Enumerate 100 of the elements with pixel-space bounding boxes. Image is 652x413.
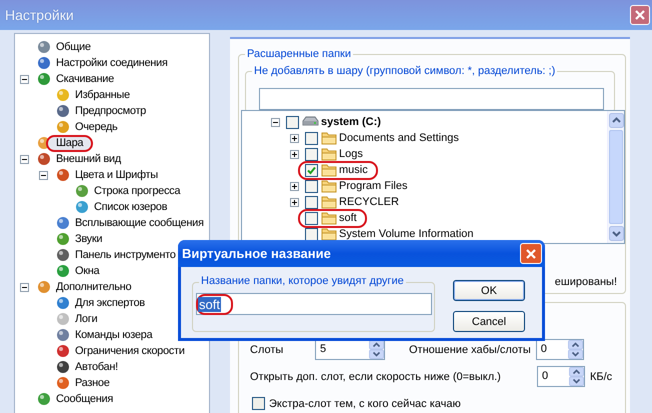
tree-item[interactable]: Панель инструменто	[73, 248, 178, 262]
expand-icon[interactable]	[290, 150, 298, 158]
close-button[interactable]	[630, 5, 650, 25]
checkbox-label: Экстра-слот тем, с кого сейчас качаю	[269, 398, 461, 410]
scroll-up-icon[interactable]	[608, 113, 624, 128]
node-icon	[55, 327, 71, 343]
checkbox[interactable]	[305, 132, 318, 144]
tree-item[interactable]: soft	[339, 210, 357, 226]
window-title: Настройки	[5, 7, 75, 23]
tree-item[interactable]: Окна	[73, 264, 102, 278]
tree-item[interactable]: Цвета и Шрифты	[73, 168, 160, 182]
node-icon	[55, 359, 71, 375]
tree-item[interactable]: Шара	[46, 134, 94, 152]
folder-icon	[321, 147, 337, 161]
note-text: ешированы!	[554, 276, 617, 288]
node-icon	[55, 263, 71, 279]
folder-icon	[321, 179, 337, 193]
node-icon	[55, 231, 71, 247]
node-icon	[55, 343, 71, 359]
node-icon	[36, 279, 52, 295]
collapse-icon[interactable]	[20, 74, 28, 84]
tree-item[interactable]: Строка прогресса	[92, 184, 182, 198]
field-value: soft	[198, 296, 221, 312]
expand-icon[interactable]	[290, 134, 298, 142]
tree-item[interactable]: Очередь	[73, 120, 120, 134]
node-icon	[36, 39, 52, 55]
field-label: Открыть доп. слот, если скорость ниже (0=выкл.)	[250, 370, 502, 382]
number-spinner[interactable]: 0	[537, 366, 585, 387]
tree-item[interactable]: Общие	[54, 40, 93, 54]
checkbox[interactable]	[305, 148, 318, 160]
scrollbar[interactable]	[607, 111, 624, 243]
tree-item[interactable]: Команды юзера	[73, 328, 154, 342]
check-icon	[307, 166, 316, 174]
expand-icon[interactable]	[290, 198, 298, 206]
collapse-icon[interactable]	[270, 118, 280, 126]
node-icon	[55, 215, 71, 231]
checkbox[interactable]	[305, 228, 318, 240]
node-icon	[55, 103, 71, 119]
folder-icon	[321, 131, 337, 145]
collapse-icon[interactable]	[20, 282, 28, 292]
tree-item[interactable]: Звуки	[73, 232, 104, 246]
tree-item[interactable]: Скачивание	[54, 72, 116, 86]
tree-item[interactable]: Program Files	[339, 178, 408, 194]
node-icon	[55, 311, 71, 327]
checkbox[interactable]	[252, 397, 265, 410]
checkbox[interactable]	[305, 180, 318, 192]
tree-item[interactable]: Ограничения скорости	[73, 344, 187, 358]
dialog-title: Виртуальное название	[182, 246, 332, 261]
tree-item[interactable]: Logs	[339, 146, 363, 162]
spin-arrows-icon[interactable]	[568, 340, 583, 359]
tree-item[interactable]: Избранные	[73, 88, 132, 102]
field-label: Отношение хабы/слоты	[409, 344, 531, 356]
tree-item[interactable]: Всплывающие сообщения	[73, 216, 206, 230]
tree-item[interactable]: Логи	[73, 312, 100, 326]
node-icon	[55, 295, 71, 311]
dialog-button[interactable]: Cancel	[453, 311, 525, 332]
close-icon	[525, 248, 537, 260]
node-icon	[36, 151, 52, 167]
exclude-field[interactable]	[259, 88, 604, 110]
node-icon	[55, 247, 71, 263]
close-button[interactable]	[520, 243, 542, 264]
spin-arrows-icon[interactable]	[369, 340, 384, 359]
node-icon	[55, 87, 71, 103]
tree-item[interactable]: Настройки соединения	[54, 56, 170, 70]
scroll-down-icon[interactable]	[608, 226, 624, 241]
tree-item[interactable]: RECYCLER	[339, 194, 399, 210]
tree-item[interactable]: Разное	[73, 376, 112, 390]
close-icon	[634, 9, 646, 21]
node-icon	[55, 119, 71, 135]
tree-item[interactable]: system (C:)	[321, 114, 381, 130]
spin-arrows-icon[interactable]	[569, 367, 584, 386]
checkbox[interactable]	[305, 212, 318, 224]
tree-item[interactable]: Для экспертов	[73, 296, 147, 310]
node-icon	[36, 55, 52, 71]
folder-icon	[321, 163, 337, 177]
tree-item[interactable]: Автобан!	[73, 360, 120, 374]
tree-item[interactable]: System Volume Information	[339, 226, 474, 242]
node-icon	[36, 71, 52, 87]
folder-icon	[321, 211, 337, 225]
tree-item[interactable]: Внешний вид	[54, 152, 123, 166]
collapse-icon[interactable]	[38, 170, 48, 180]
tree-item[interactable]: Дополнительно	[54, 280, 134, 294]
group-title: Расшаренные папки	[245, 47, 353, 61]
input-field[interactable]: soft	[196, 293, 432, 315]
group-title: Не добавлять в шару (групповой символ: *, разделитель: ;)	[252, 64, 558, 78]
checkbox[interactable]	[305, 196, 318, 208]
tree-item[interactable]: music	[339, 162, 368, 178]
node-icon	[74, 199, 90, 215]
tree-item[interactable]: Предпросмотр	[73, 104, 148, 118]
tree-item[interactable]: Сообщения	[54, 392, 115, 406]
checkbox[interactable]	[286, 116, 299, 128]
expand-icon[interactable]	[290, 182, 298, 190]
collapse-icon[interactable]	[20, 154, 28, 164]
tree-item[interactable]: Список юзеров	[92, 200, 170, 214]
dialog-button[interactable]: OK	[453, 280, 525, 301]
number-spinner[interactable]: 0	[536, 339, 584, 360]
scroll-thumb[interactable]	[609, 130, 623, 224]
tree-item[interactable]: Documents and Settings	[339, 130, 459, 146]
checkbox[interactable]	[305, 164, 318, 176]
number-spinner[interactable]: 5	[315, 339, 385, 360]
